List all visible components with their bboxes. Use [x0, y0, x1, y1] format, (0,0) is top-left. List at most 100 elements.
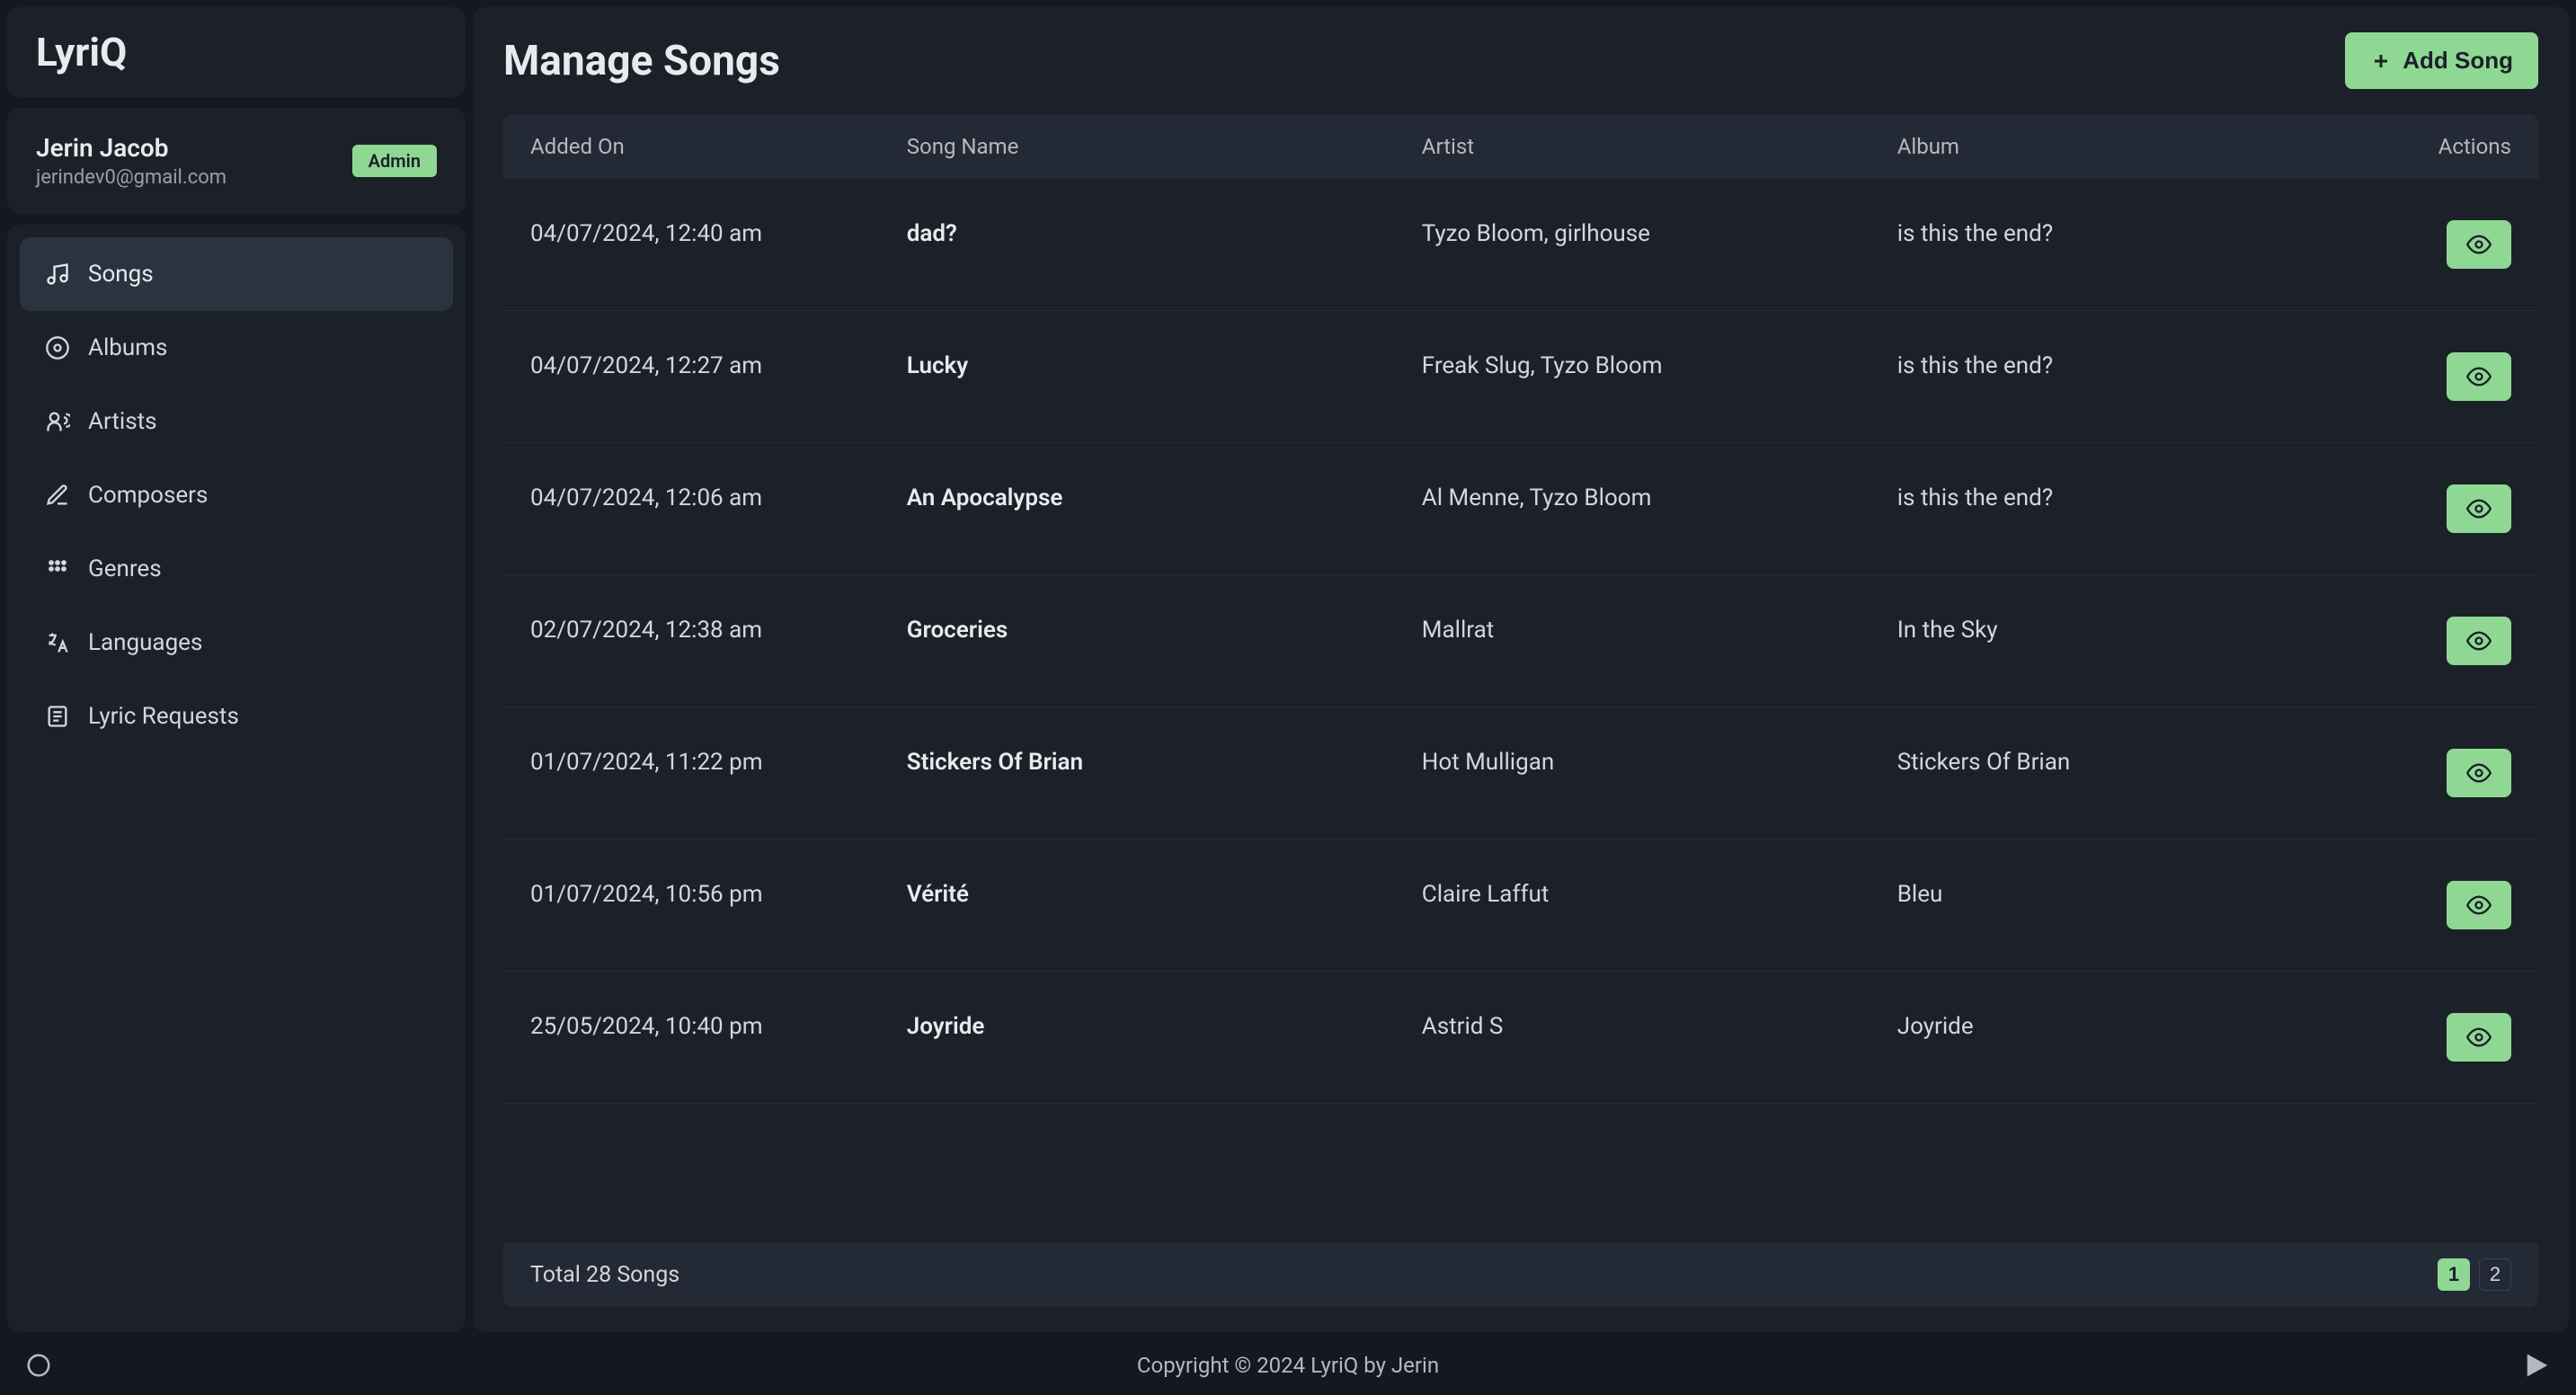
cell-album: is this the end?: [1897, 484, 2373, 533]
theme-toggle-icon[interactable]: [25, 1352, 52, 1379]
main-panel: Manage Songs Add Song Added On Song Name…: [473, 7, 2569, 1332]
view-button[interactable]: [2447, 881, 2511, 929]
sidebar-nav: Songs Albums Artists Composers: [7, 225, 466, 1332]
role-badge: Admin: [352, 145, 437, 177]
total-count: Total 28 Songs: [530, 1262, 680, 1288]
sidebar-item-composers[interactable]: Composers: [20, 458, 453, 532]
sidebar-item-songs[interactable]: Songs: [20, 237, 453, 311]
main-header: Manage Songs Add Song: [503, 32, 2538, 89]
cell-artist: Al Menne, Tyzo Bloom: [1422, 484, 1897, 533]
cell-song-name: Groceries: [907, 617, 1422, 665]
table-row: 01/07/2024, 10:56 pm Vérité Claire Laffu…: [503, 840, 2538, 972]
cell-album: Joyride: [1897, 1013, 2373, 1062]
cell-song-name: dad?: [907, 220, 1422, 269]
cell-actions: [2373, 617, 2511, 665]
edit-icon: [45, 483, 70, 508]
cell-added-on: 04/07/2024, 12:06 am: [530, 484, 907, 533]
cell-song-name: Joyride: [907, 1013, 1422, 1062]
table-footer: Total 28 Songs 1 2: [503, 1242, 2538, 1307]
page-button-1[interactable]: 1: [2438, 1258, 2470, 1291]
cell-added-on: 25/05/2024, 10:40 pm: [530, 1013, 907, 1062]
view-button[interactable]: [2447, 1013, 2511, 1062]
eye-icon: [2466, 1025, 2492, 1050]
view-button[interactable]: [2447, 749, 2511, 797]
table-header: Added On Song Name Artist Album Actions: [503, 114, 2538, 179]
cell-artist: Astrid S: [1422, 1013, 1897, 1062]
sidebar-item-lyric-requests[interactable]: Lyric Requests: [20, 680, 453, 753]
account-name: Jerin Jacob: [36, 133, 227, 163]
col-header-added-on: Added On: [530, 134, 907, 159]
add-song-button[interactable]: Add Song: [2345, 32, 2538, 89]
cell-actions: [2373, 484, 2511, 533]
sidebar-item-label: Albums: [88, 334, 167, 361]
sidebar-item-languages[interactable]: Languages: [20, 606, 453, 680]
cell-artist: Mallrat: [1422, 617, 1897, 665]
cell-added-on: 02/07/2024, 12:38 am: [530, 617, 907, 665]
sidebar-item-label: Genres: [88, 555, 162, 582]
view-button[interactable]: [2447, 617, 2511, 665]
sidebar-item-label: Lyric Requests: [88, 703, 239, 730]
col-header-artist: Artist: [1422, 134, 1897, 159]
page-title: Manage Songs: [503, 37, 780, 85]
plus-icon: [2370, 50, 2392, 72]
sidebar-item-genres[interactable]: Genres: [20, 532, 453, 606]
eye-icon: [2466, 232, 2492, 257]
copyright: Copyright © 2024 LyriQ by Jerin: [1137, 1353, 1439, 1378]
col-header-album: Album: [1897, 134, 2373, 159]
cell-actions: [2373, 1013, 2511, 1062]
col-header-song-name: Song Name: [907, 134, 1422, 159]
cell-added-on: 04/07/2024, 12:40 am: [530, 220, 907, 269]
account-card: Jerin Jacob jerindev0@gmail.com Admin: [7, 108, 466, 214]
eye-icon: [2466, 893, 2492, 918]
cell-actions: [2373, 352, 2511, 401]
cell-added-on: 01/07/2024, 10:56 pm: [530, 881, 907, 929]
cell-added-on: 01/07/2024, 11:22 pm: [530, 749, 907, 797]
cell-album: Bleu: [1897, 881, 2373, 929]
cell-song-name: An Apocalypse: [907, 484, 1422, 533]
cell-song-name: Vérité: [907, 881, 1422, 929]
cell-actions: [2373, 749, 2511, 797]
pagination: 1 2: [2438, 1258, 2511, 1291]
songs-table: Added On Song Name Artist Album Actions …: [503, 114, 2538, 1307]
view-button[interactable]: [2447, 352, 2511, 401]
sidebar-item-label: Languages: [88, 629, 202, 656]
table-row: 04/07/2024, 12:06 am An Apocalypse Al Me…: [503, 443, 2538, 575]
account-info: Jerin Jacob jerindev0@gmail.com: [36, 133, 227, 189]
cell-artist: Tyzo Bloom, girlhouse: [1422, 220, 1897, 269]
cell-actions: [2373, 220, 2511, 269]
sidebar-item-albums[interactable]: Albums: [20, 311, 453, 385]
sidebar-item-label: Artists: [88, 408, 157, 435]
cell-album: Stickers Of Brian: [1897, 749, 2373, 797]
cell-album: is this the end?: [1897, 352, 2373, 401]
cell-actions: [2373, 881, 2511, 929]
account-email: jerindev0@gmail.com: [36, 166, 227, 189]
eye-icon: [2466, 628, 2492, 653]
cell-album: In the Sky: [1897, 617, 2373, 665]
play-store-icon[interactable]: [2524, 1352, 2551, 1379]
view-button[interactable]: [2447, 220, 2511, 269]
cell-song-name: Lucky: [907, 352, 1422, 401]
cell-artist: Freak Slug, Tyzo Bloom: [1422, 352, 1897, 401]
col-header-actions: Actions: [2373, 134, 2511, 159]
sidebar-item-artists[interactable]: Artists: [20, 385, 453, 458]
view-button[interactable]: [2447, 484, 2511, 533]
page-button-2[interactable]: 2: [2479, 1258, 2511, 1291]
sidebar-item-label: Songs: [88, 261, 154, 288]
sidebar: LyriQ Jerin Jacob jerindev0@gmail.com Ad…: [7, 7, 466, 1332]
language-icon: [45, 630, 70, 655]
cell-song-name: Stickers Of Brian: [907, 749, 1422, 797]
table-row: 04/07/2024, 12:40 am dad? Tyzo Bloom, gi…: [503, 179, 2538, 311]
eye-icon: [2466, 760, 2492, 786]
logo-card: LyriQ: [7, 7, 466, 97]
table-body[interactable]: 04/07/2024, 12:40 am dad? Tyzo Bloom, gi…: [503, 179, 2538, 1242]
cell-artist: Claire Laffut: [1422, 881, 1897, 929]
app-logo: LyriQ: [36, 29, 437, 76]
cell-album: is this the end?: [1897, 220, 2373, 269]
add-song-label: Add Song: [2403, 47, 2513, 75]
table-row: 25/05/2024, 10:40 pm Joyride Astrid S Jo…: [503, 972, 2538, 1104]
cell-artist: Hot Mulligan: [1422, 749, 1897, 797]
grid-icon: [45, 556, 70, 582]
table-row: 04/07/2024, 12:27 am Lucky Freak Slug, T…: [503, 311, 2538, 443]
eye-icon: [2466, 364, 2492, 389]
note-icon: [45, 704, 70, 729]
